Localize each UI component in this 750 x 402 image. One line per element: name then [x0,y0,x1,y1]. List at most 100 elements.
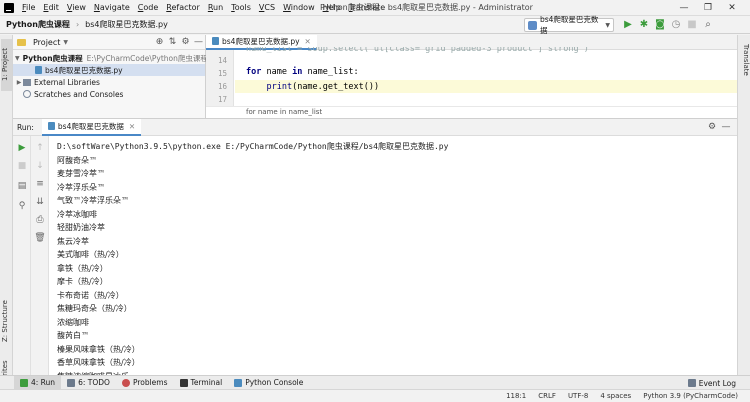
close-icon[interactable]: ✕ [129,122,135,131]
gear-icon[interactable]: ⚙ [179,37,192,47]
bottom-tab-label: Terminal [190,378,223,387]
console-line: 冷萃冰咖啡 [57,209,97,219]
breadcrumb-file[interactable]: bs4爬取星巴克数据.py [79,16,174,34]
bottom-tab-terminal[interactable]: Terminal [174,376,229,390]
tree-root-label: Python爬虫课程 [22,53,83,63]
run-tab[interactable]: bs4爬取星巴克数据 ✕ [41,118,142,136]
chevron-down-icon[interactable]: ▼ [63,39,68,46]
minimize-button[interactable]: — [672,0,696,16]
tree-item-external[interactable]: ▶ External Libraries [13,76,205,88]
run-toolbar-secondary: ↑ ↓ ≡ ⇊ ⎙ 🗑 [31,136,49,375]
gear-icon[interactable]: ⚙ [705,122,719,132]
stop-icon[interactable]: ■ [16,160,28,172]
scratch-icon [23,90,31,98]
problems-icon [121,378,130,387]
chevron-down-icon: ▼ [605,21,610,29]
menu-code[interactable]: Code [134,0,163,16]
editor: bs4爬取星巴克数据.py ✕ 14 15 16 17 name_list = … [206,34,737,118]
menu-navigate[interactable]: Navigate [90,0,134,16]
tree-file-label: bs4爬取星巴克数据.py [45,65,123,75]
search-icon[interactable]: ⌕ [700,16,716,34]
run-toolbar-primary: ▶ ■ ▤ ⚲ [13,136,31,375]
status-line-separator[interactable]: CRLF [532,390,562,402]
editor-tab-label: bs4爬取星巴克数据.py [222,36,300,46]
line-number: 17 [217,95,227,104]
status-encoding[interactable]: UTF-8 [562,390,594,402]
breadcrumb-project[interactable]: Python爬虫课程 [0,16,76,34]
console-line: 美式咖啡（热/冷） [57,250,124,259]
console-line: 卡布奇诺（热/冷） [57,290,124,300]
menu-vcs[interactable]: VCS [255,0,279,16]
print-icon[interactable]: ⎙ [34,214,46,226]
bottom-tab-todo[interactable]: 6: TODO [61,376,116,390]
menu-tools[interactable]: Tools [227,0,255,16]
code-line-16[interactable]: print(name.get_text()) [246,82,379,92]
project-panel: Project ▼ ⊕ ⇅ ⚙ — ▼ Python爬虫课程 E:\PyChar… [13,35,208,118]
trash-icon[interactable]: 🗑 [34,232,46,244]
close-button[interactable]: ✕ [720,0,744,16]
run-label: Run: [17,122,34,132]
status-items: 118:1 CRLF UTF-8 4 spaces Python 3.9 (Py… [500,390,744,402]
tree-item-root[interactable]: ▼ Python爬虫课程 E:\PyCharmCode\Python爬虫课程 [13,52,208,64]
hide-icon[interactable]: — [719,122,733,132]
menu-file[interactable]: File [18,0,39,16]
tool-tab-translate[interactable]: Translate [739,39,750,81]
maximize-button[interactable]: ❐ [696,0,720,16]
rerun-icon[interactable]: ▶ [16,142,28,154]
console-line: 榛果风味拿铁（热/冷） [57,344,140,354]
stop-icon[interactable]: ■ [684,16,700,34]
line-number: 15 [217,69,227,78]
event-log-label: Event Log [698,378,736,388]
python-file-icon [212,37,219,45]
python-file-icon [47,122,55,130]
run-config-select[interactable]: bs4爬取星巴克数据 ▼ [524,15,614,35]
python-icon [528,20,537,30]
status-interpreter[interactable]: Python 3.9 (PyCharmCode) [637,390,744,402]
tree-external-label: External Libraries [34,77,100,87]
project-panel-title[interactable]: Project [33,38,60,47]
menu-refactor[interactable]: Refactor [162,0,204,16]
arrow-up-icon[interactable]: ↑ [34,142,46,154]
scroll-to-end-icon[interactable]: ⇊ [34,196,46,208]
nav-toolbar: ▶ ✱ ◙ ◷ ■ ⌕ [620,16,716,34]
code-breadcrumb[interactable]: for name in name_list [206,106,737,118]
window-controls: — ❐ ✕ [672,0,744,16]
locate-icon[interactable]: ⊕ [153,37,166,47]
bottom-tab-label: Problems [132,378,168,387]
status-position[interactable]: 118:1 [500,390,532,402]
menu-run[interactable]: Run [204,0,227,16]
tree-item-file[interactable]: bs4爬取星巴克数据.py [13,64,205,76]
coverage-icon[interactable]: ◙ [652,16,668,34]
bottom-tab-python-console[interactable]: Python Console [228,376,309,390]
collapse-icon[interactable]: ⇅ [166,37,179,47]
console-line: 馥芮白™ [57,331,89,340]
console-output[interactable]: D:\softWare\Python3.9.5\python.exe E:/Py… [49,136,737,375]
bottom-tab-run[interactable]: 4: Run [14,375,62,390]
hide-icon[interactable]: — [192,37,205,47]
menu-window[interactable]: Window [279,0,319,16]
status-indent[interactable]: 4 spaces [594,390,637,402]
close-icon[interactable]: ✕ [305,37,311,46]
menu-edit[interactable]: Edit [39,0,63,16]
menu-view[interactable]: View [63,0,90,16]
event-log-button[interactable]: Event Log [687,376,736,390]
run-icon[interactable]: ▶ [620,16,636,34]
console-lines: 阿馥奇朵™ 麦芽雪冷萃™ 冷萃浮乐朵™ 气致™冷萃浮乐朵™ 冷萃冰咖啡 轻甜奶油冷萃 焦云冷… [57,154,737,376]
console-line: 拿铁（热/冷） [57,263,108,273]
debug-icon[interactable]: ✱ [636,16,652,34]
bottom-tab-problems[interactable]: Problems [116,376,174,390]
code-line-15[interactable]: for name in name_list: [246,67,359,77]
arrow-down-icon[interactable]: ↓ [34,160,46,172]
tool-tab-structure[interactable]: Z: Structure [1,297,12,345]
console-line: 焦云冷萃 [57,236,89,246]
tool-tab-project[interactable]: 1: Project [1,39,12,91]
run-icon [20,378,28,387]
bottom-tool-bar: 4: Run 6: TODO Problems Terminal Python … [0,375,750,390]
restore-layout-icon[interactable]: ▤ [16,180,28,192]
soft-wrap-icon[interactable]: ≡ [34,178,46,190]
tree-item-scratches[interactable]: Scratches and Consoles [13,88,205,100]
profile-icon[interactable]: ◷ [668,16,684,34]
keyword-for: for [246,67,262,77]
pin-icon[interactable]: ⚲ [16,200,28,212]
console-line: 麦芽雪冷萃™ [57,169,105,178]
